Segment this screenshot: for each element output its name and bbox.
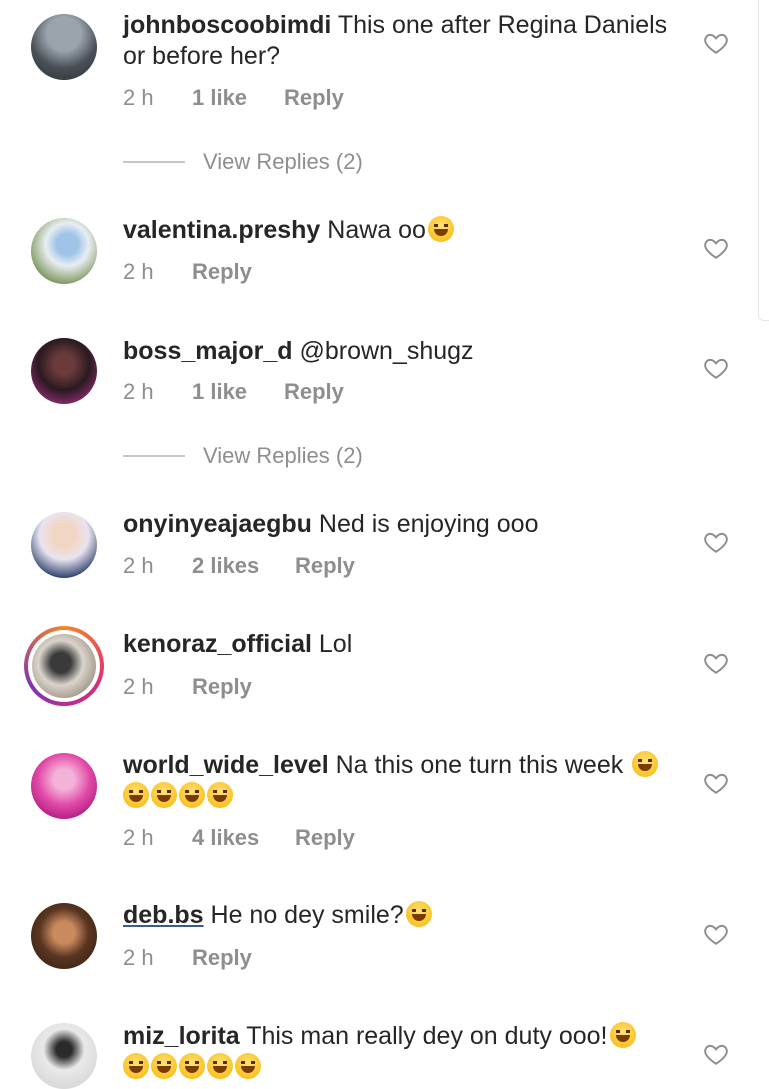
heart-outline-icon[interactable] <box>703 30 729 56</box>
comment-text: world_wide_level Na this one turn this w… <box>123 750 688 812</box>
grinning-squinting-face-emoji <box>632 751 659 777</box>
avatar[interactable] <box>31 753 97 819</box>
heart-outline-icon[interactable] <box>703 529 729 555</box>
comment-meta: 2 h 1 like Reply <box>123 85 344 111</box>
comment-time: 2 h <box>123 379 154 404</box>
comment-username[interactable]: deb.bs <box>123 901 204 929</box>
comment-likes[interactable]: 1 like <box>192 379 284 405</box>
winking-tongue-face-emoji <box>405 901 432 927</box>
grinning-squinting-face-emoji <box>123 1053 149 1079</box>
avatar-ring-gap <box>28 630 100 702</box>
grinning-squinting-face-emoji <box>207 782 233 808</box>
comment-meta: 2 h Reply <box>123 259 252 285</box>
grinning-squinting-face-emoji <box>151 782 177 808</box>
grinning-squinting-face-emoji <box>207 1053 233 1079</box>
comment-meta: 2 h 1 like Reply <box>123 379 344 405</box>
comment-time: 2 h <box>123 945 154 970</box>
grinning-squinting-face-emoji <box>235 1053 261 1079</box>
reply-button[interactable]: Reply <box>192 945 252 971</box>
view-replies-label: View Replies (2) <box>203 149 363 174</box>
comment-body: Nawa oo <box>320 216 426 244</box>
comment-username[interactable]: boss_major_d <box>123 337 293 365</box>
heart-outline-icon[interactable] <box>703 650 729 676</box>
comment-time: 2 h <box>123 825 154 850</box>
comment-likes[interactable]: 4 likes <box>192 825 295 851</box>
comment-time: 2 h <box>123 259 154 284</box>
comment-text: valentina.preshy Nawa oo <box>123 215 688 246</box>
reply-button[interactable]: Reply <box>192 259 252 285</box>
comment-body: Na this one turn this week <box>328 751 624 779</box>
grinning-squinting-face-emoji <box>427 216 454 242</box>
view-replies-button[interactable]: View Replies (2) <box>123 147 363 177</box>
scrollbar[interactable] <box>758 0 769 321</box>
comment-username[interactable]: valentina.preshy <box>123 216 320 244</box>
comment-username[interactable]: kenoraz_official <box>123 630 312 658</box>
comment-likes[interactable]: 1 like <box>192 85 284 111</box>
comment-body: He no dey smile? <box>203 901 404 929</box>
grinning-squinting-face-emoji <box>179 1053 205 1079</box>
comment-text: boss_major_d @brown_shugz <box>123 336 688 367</box>
reply-button[interactable]: Reply <box>192 674 252 700</box>
avatar[interactable] <box>31 338 97 404</box>
comment-likes[interactable]: 2 likes <box>192 553 295 579</box>
comment-text: miz_lorita This man really dey on duty o… <box>123 1021 688 1083</box>
comment-mention[interactable]: @brown_shugz <box>293 337 473 365</box>
comment-username[interactable]: onyinyeajaegbu <box>123 510 312 538</box>
comment-body: Lol <box>311 630 353 658</box>
view-replies-label: View Replies (2) <box>203 443 363 468</box>
comment-meta: 2 h Reply <box>123 945 252 971</box>
reply-button[interactable]: Reply <box>295 825 355 851</box>
avatar[interactable] <box>31 218 97 284</box>
grinning-squinting-face-emoji <box>609 1022 636 1048</box>
heart-outline-icon[interactable] <box>703 235 729 261</box>
avatar[interactable] <box>31 903 97 969</box>
comment-text: deb.bs He no dey smile? <box>123 900 688 931</box>
comment-body: This man really dey on duty ooo! <box>239 1022 608 1050</box>
reply-button[interactable]: Reply <box>284 85 344 111</box>
comment-text: onyinyeajaegbu Ned is enjoying ooo <box>123 509 688 540</box>
comment-time: 2 h <box>123 85 154 110</box>
divider <box>123 161 185 163</box>
heart-outline-icon[interactable] <box>703 1041 729 1067</box>
reply-button[interactable]: Reply <box>295 553 355 579</box>
heart-outline-icon[interactable] <box>703 770 729 796</box>
avatar[interactable] <box>31 1023 97 1089</box>
comment-time: 2 h <box>123 674 154 699</box>
heart-outline-icon[interactable] <box>703 355 729 381</box>
heart-outline-icon[interactable] <box>703 921 729 947</box>
comment-meta: 2 h Reply <box>123 674 252 700</box>
comment-text: kenoraz_official Lol <box>123 629 688 660</box>
avatar[interactable] <box>31 512 97 578</box>
avatar[interactable] <box>31 14 97 80</box>
divider <box>123 455 185 457</box>
comment-username[interactable]: miz_lorita <box>123 1022 240 1050</box>
grinning-squinting-face-emoji <box>151 1053 177 1079</box>
grinning-squinting-face-emoji <box>123 782 149 808</box>
avatar-story-ring[interactable] <box>24 626 104 706</box>
comment-username[interactable]: world_wide_level <box>123 751 329 779</box>
grinning-squinting-face-emoji <box>179 782 205 808</box>
comment-username[interactable]: johnboscoobimdi <box>123 11 331 39</box>
comment-meta: 2 h 4 likes Reply <box>123 825 355 851</box>
comment-body: Ned is enjoying ooo <box>311 510 539 538</box>
reply-button[interactable]: Reply <box>284 379 344 405</box>
comment-meta: 2 h 2 likes Reply <box>123 553 355 579</box>
view-replies-button[interactable]: View Replies (2) <box>123 441 363 471</box>
avatar <box>32 634 96 698</box>
comment-time: 2 h <box>123 553 154 578</box>
comment-text: johnboscoobimdi This one after Regina Da… <box>123 10 688 72</box>
